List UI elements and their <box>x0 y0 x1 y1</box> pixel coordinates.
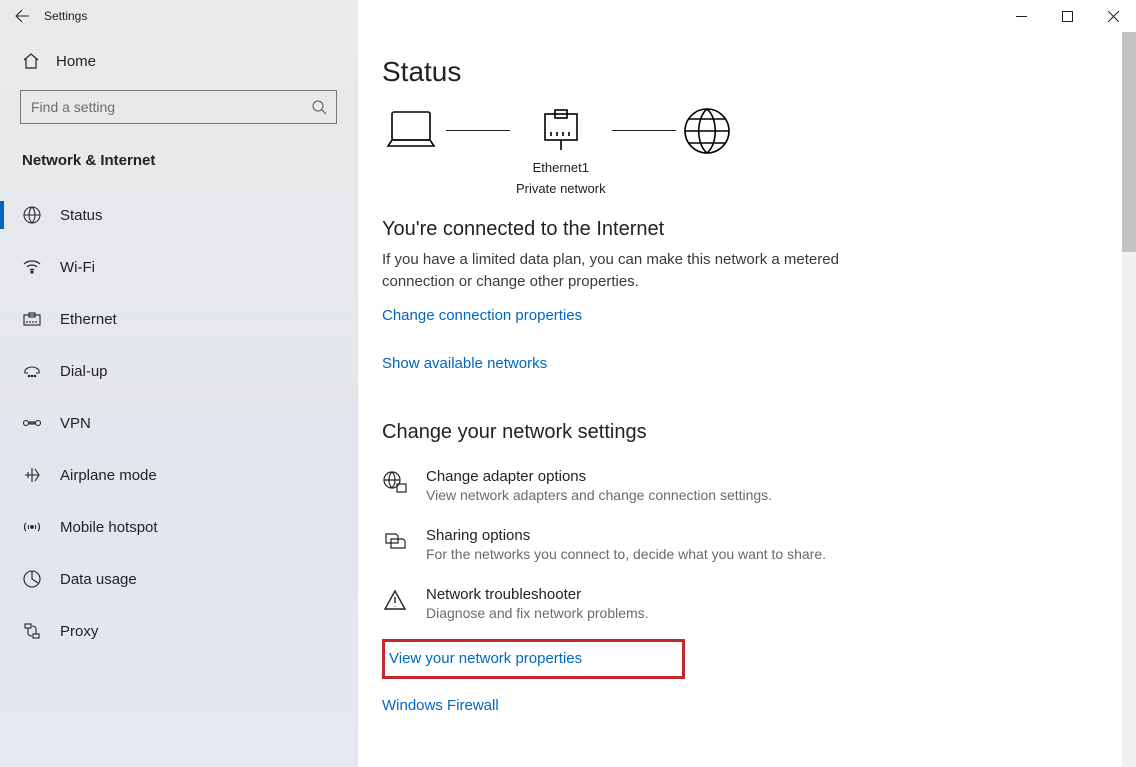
wifi-icon <box>22 260 42 274</box>
hotspot-icon <box>22 520 42 534</box>
connected-desc: If you have a limited data plan, you can… <box>382 249 902 293</box>
sharing-icon <box>382 527 408 555</box>
internet-node <box>682 106 732 156</box>
nav-item-dialup[interactable]: Dial-up <box>0 345 357 397</box>
setting-desc: For the networks you connect to, decide … <box>426 546 826 562</box>
nav-label: Wi-Fi <box>60 259 95 276</box>
nav-item-proxy[interactable]: Proxy <box>0 605 357 657</box>
dialup-icon <box>22 364 42 378</box>
search-box[interactable] <box>20 90 337 124</box>
nav-item-data[interactable]: Data usage <box>0 553 357 605</box>
setting-title: Sharing options <box>426 527 826 544</box>
search-icon <box>302 100 336 115</box>
data-icon <box>22 570 42 588</box>
setting-title: Change adapter options <box>426 468 772 485</box>
globe-icon <box>22 206 42 224</box>
maximize-icon <box>1062 11 1073 22</box>
setting-troubleshooter[interactable]: Network troubleshooter Diagnose and fix … <box>382 586 1096 621</box>
setting-sharing-options[interactable]: Sharing options For the networks you con… <box>382 527 1096 562</box>
nav-label: Dial-up <box>60 363 108 380</box>
ethernet-port-icon <box>541 106 581 154</box>
show-networks-link[interactable]: Show available networks <box>382 355 547 372</box>
nav-item-ethernet[interactable]: Ethernet <box>0 293 357 345</box>
setting-title: Network troubleshooter <box>426 586 649 603</box>
adapter-icon <box>382 468 408 496</box>
home-icon <box>22 52 40 70</box>
proxy-icon <box>22 622 42 640</box>
page-title: Status <box>382 56 1096 88</box>
laptop-icon <box>382 106 440 154</box>
setting-desc: Diagnose and fix network problems. <box>426 605 649 621</box>
arrow-left-icon <box>14 8 30 24</box>
annotation-highlight: View your network properties <box>382 639 685 679</box>
close-button[interactable] <box>1090 0 1136 32</box>
setting-desc: View network adapters and change connect… <box>426 487 772 503</box>
scrollbar-thumb[interactable] <box>1122 32 1136 252</box>
home-button[interactable]: Home <box>0 32 357 84</box>
sidebar: Settings Home Network & Internet Status … <box>0 0 358 767</box>
view-properties-link[interactable]: View your network properties <box>389 650 582 667</box>
diagram-line <box>612 130 676 131</box>
main-content: Status Ethernet1 Private network You're … <box>358 0 1136 767</box>
nav-item-vpn[interactable]: VPN <box>0 397 357 449</box>
network-name: Ethernet1 <box>533 160 589 175</box>
nav-label: Mobile hotspot <box>60 519 158 536</box>
nav-label: Status <box>60 207 103 224</box>
nav-item-status[interactable]: Status <box>0 189 357 241</box>
network-diagram: Ethernet1 Private network <box>382 106 1096 196</box>
close-icon <box>1108 11 1119 22</box>
search-input[interactable] <box>21 99 302 115</box>
change-settings-heading: Change your network settings <box>382 421 1096 444</box>
window-controls <box>998 0 1136 32</box>
device-node <box>382 106 440 154</box>
home-label: Home <box>56 53 96 70</box>
section-heading: Network & Internet <box>22 152 357 169</box>
nav-label: Ethernet <box>60 311 117 328</box>
nav-item-airplane[interactable]: Airplane mode <box>0 449 357 501</box>
back-button[interactable] <box>0 0 44 32</box>
nav-label: Airplane mode <box>60 467 157 484</box>
router-node: Ethernet1 Private network <box>516 106 606 196</box>
airplane-icon <box>22 466 42 484</box>
minimize-button[interactable] <box>998 0 1044 32</box>
app-title: Settings <box>44 9 87 23</box>
nav-label: Proxy <box>60 623 98 640</box>
nav-item-hotspot[interactable]: Mobile hotspot <box>0 501 357 553</box>
globe-large-icon <box>682 106 732 156</box>
topbar: Settings <box>0 0 357 32</box>
nav-label: VPN <box>60 415 91 432</box>
warning-icon <box>382 586 408 614</box>
maximize-button[interactable] <box>1044 0 1090 32</box>
setting-adapter-options[interactable]: Change adapter options View network adap… <box>382 468 1096 503</box>
ethernet-icon <box>22 312 42 326</box>
firewall-link[interactable]: Windows Firewall <box>382 697 499 714</box>
vpn-icon <box>22 416 42 430</box>
change-properties-link[interactable]: Change connection properties <box>382 307 582 324</box>
connected-heading: You're connected to the Internet <box>382 218 1096 241</box>
minimize-icon <box>1016 11 1027 22</box>
nav-label: Data usage <box>60 571 137 588</box>
network-profile: Private network <box>516 181 606 196</box>
nav-item-wifi[interactable]: Wi-Fi <box>0 241 357 293</box>
diagram-line <box>446 130 510 131</box>
